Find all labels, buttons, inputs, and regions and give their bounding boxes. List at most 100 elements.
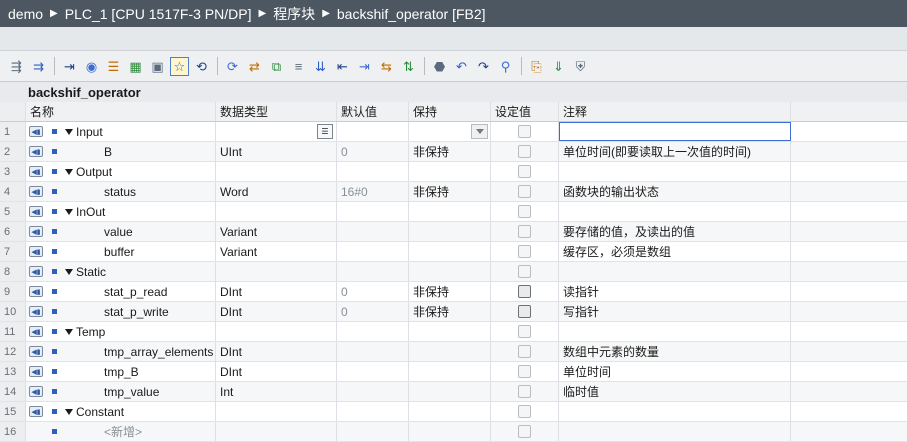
table-row[interactable]: 10 ◀▮ stat_p_write DInt 0 非保持 写指针 xyxy=(0,302,907,322)
collapse-arrow-icon[interactable] xyxy=(65,408,73,415)
table-row[interactable]: 11 ◀▮ Temp xyxy=(0,322,907,342)
cell-default[interactable]: 0 xyxy=(337,302,409,321)
setpoint-checkbox[interactable] xyxy=(518,205,531,218)
cell-name[interactable]: tmp_array_elements xyxy=(76,342,216,361)
table-row[interactable]: 2 ◀▮ B UInt 0 非保持 单位时间(即要读取上一次值的时间) xyxy=(0,142,907,162)
cell-retain[interactable] xyxy=(409,382,491,401)
cell-comment[interactable] xyxy=(559,202,791,221)
outdent-icon[interactable]: ⇥ xyxy=(356,58,373,75)
cell-comment[interactable]: 单位时间(即要读取上一次值的时间) xyxy=(559,142,791,161)
watch-icon[interactable]: ⟲ xyxy=(193,58,210,75)
setpoint-checkbox[interactable] xyxy=(518,125,531,138)
cell-name[interactable]: Input xyxy=(76,122,216,141)
cell-retain[interactable] xyxy=(409,122,491,141)
breadcrumb-plc[interactable]: PLC_1 [CPU 1517F-3 PN/DP] xyxy=(65,6,252,22)
breakpoint-icon[interactable]: ⬣ xyxy=(431,58,448,75)
safety-icon[interactable]: ⛨ xyxy=(572,58,589,75)
cell-name[interactable]: InOut xyxy=(76,202,216,221)
reset-icon[interactable]: ⟳ xyxy=(224,58,241,75)
filter-icon[interactable]: ≡ xyxy=(290,58,307,75)
undo-icon[interactable]: ↶ xyxy=(453,58,470,75)
cell-type[interactable] xyxy=(216,262,337,281)
expand-icon[interactable]: ⇊ xyxy=(312,58,329,75)
list-icon[interactable]: ☰ xyxy=(105,58,122,75)
cell-comment[interactable] xyxy=(559,122,791,141)
cell-type[interactable] xyxy=(216,162,337,181)
table-row[interactable]: 9 ◀▮ stat_p_read DInt 0 非保持 读指针 xyxy=(0,282,907,302)
cell-comment[interactable]: 读指针 xyxy=(559,282,791,301)
cell-name[interactable]: status xyxy=(76,182,216,201)
cell-default[interactable] xyxy=(337,262,409,281)
cell-default[interactable] xyxy=(337,162,409,181)
cell-name[interactable]: tmp_value xyxy=(76,382,216,401)
cell-default[interactable] xyxy=(337,222,409,241)
cell-comment[interactable] xyxy=(559,162,791,181)
table-row[interactable]: 1 ◀▮ Input ☰ xyxy=(0,122,907,142)
cell-type[interactable]: Variant xyxy=(216,222,337,241)
setpoint-checkbox[interactable] xyxy=(518,385,531,398)
cell-type[interactable]: Int xyxy=(216,382,337,401)
retain-dropdown-icon[interactable] xyxy=(471,124,488,139)
cell-retain[interactable]: 非保持 xyxy=(409,302,491,321)
setpoint-checkbox[interactable] xyxy=(518,225,531,238)
cell-retain[interactable] xyxy=(409,422,491,441)
setpoint-checkbox[interactable] xyxy=(518,325,531,338)
monitor-icon[interactable]: ▣ xyxy=(149,58,166,75)
cell-type[interactable]: DInt xyxy=(216,362,337,381)
table-row[interactable]: 13 ◀▮ tmp_B DInt 单位时间 xyxy=(0,362,907,382)
cell-comment[interactable]: 临时值 xyxy=(559,382,791,401)
setpoint-checkbox[interactable] xyxy=(518,345,531,358)
cell-default[interactable] xyxy=(337,382,409,401)
export-icon[interactable]: ⇥ xyxy=(61,58,78,75)
column-header-comment[interactable]: 注释 xyxy=(559,102,791,121)
setpoint-checkbox[interactable] xyxy=(518,145,531,158)
cell-comment[interactable]: 函数块的输出状态 xyxy=(559,182,791,201)
cell-retain[interactable] xyxy=(409,362,491,381)
cell-retain[interactable]: 非保持 xyxy=(409,282,491,301)
cell-type[interactable]: Word xyxy=(216,182,337,201)
setpoint-checkbox[interactable] xyxy=(518,405,531,418)
column-header-name[interactable]: 名称 xyxy=(26,102,216,121)
cell-name[interactable]: B xyxy=(76,142,216,161)
cell-retain[interactable] xyxy=(409,222,491,241)
setpoint-checkbox[interactable] xyxy=(518,285,531,298)
redo-icon[interactable]: ↷ xyxy=(475,58,492,75)
grid-icon[interactable]: ▦ xyxy=(127,58,144,75)
cell-default[interactable]: 16#0 xyxy=(337,182,409,201)
add-row-icon[interactable]: ⇉ xyxy=(30,58,47,75)
cell-type[interactable]: UInt xyxy=(216,142,337,161)
setpoint-checkbox[interactable] xyxy=(518,305,531,318)
table-row[interactable]: 3 ◀▮ Output xyxy=(0,162,907,182)
setpoint-checkbox[interactable] xyxy=(518,185,531,198)
cell-comment[interactable]: 数组中元素的数量 xyxy=(559,342,791,361)
cell-comment[interactable] xyxy=(559,322,791,341)
cell-comment[interactable] xyxy=(559,402,791,421)
cell-type[interactable]: DInt xyxy=(216,282,337,301)
cell-name[interactable]: Output xyxy=(76,162,216,181)
cell-retain[interactable]: 非保持 xyxy=(409,142,491,161)
indent-icon[interactable]: ⇤ xyxy=(334,58,351,75)
table-row[interactable]: 6 ◀▮ value Variant 要存储的值，及读出的值 xyxy=(0,222,907,242)
compile-icon[interactable]: ⎘ xyxy=(528,58,545,75)
branch-icon[interactable]: ⇅ xyxy=(400,58,417,75)
cell-name[interactable]: Constant xyxy=(76,402,216,421)
cell-comment[interactable]: 要存储的值，及读出的值 xyxy=(559,222,791,241)
cell-type[interactable] xyxy=(216,422,337,441)
cell-default[interactable] xyxy=(337,402,409,421)
cell-name[interactable]: <新增> xyxy=(76,422,216,441)
copy-values-icon[interactable]: ⧉ xyxy=(268,58,285,75)
table-row[interactable]: 16 <新增> xyxy=(0,422,907,442)
table-row[interactable]: 15 ◀▮ Constant xyxy=(0,402,907,422)
column-header-retain[interactable]: 保持 xyxy=(409,102,491,121)
collapse-arrow-icon[interactable] xyxy=(65,128,73,135)
table-row[interactable]: 5 ◀▮ InOut xyxy=(0,202,907,222)
cell-default[interactable] xyxy=(337,242,409,261)
cell-comment[interactable]: 写指针 xyxy=(559,302,791,321)
collapse-arrow-icon[interactable] xyxy=(65,208,73,215)
cell-default[interactable] xyxy=(337,322,409,341)
cell-comment[interactable]: 缓存区，必须是数组 xyxy=(559,242,791,261)
cell-name[interactable]: tmp_B xyxy=(76,362,216,381)
collapse-arrow-icon[interactable] xyxy=(65,168,73,175)
setpoint-checkbox[interactable] xyxy=(518,365,531,378)
cell-retain[interactable] xyxy=(409,402,491,421)
